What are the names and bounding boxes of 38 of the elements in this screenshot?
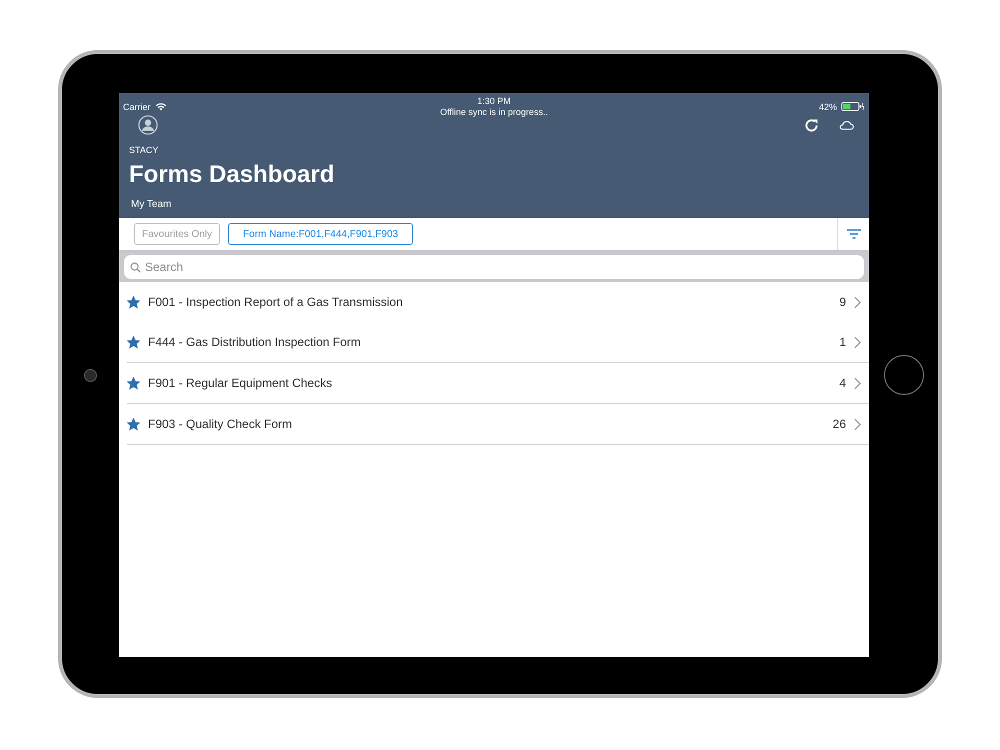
star-icon[interactable] [127, 376, 140, 390]
user-name: STACY [128, 145, 160, 155]
form-row[interactable]: F903 - Quality Check Form 26 [127, 403, 869, 445]
carrier-label: Carrier [123, 102, 151, 112]
wifi-icon [154, 102, 167, 111]
chevron-icon [854, 418, 861, 430]
sync-message: Offline sync is in progress.. [440, 107, 548, 117]
form-count: 4 [839, 376, 846, 390]
star-icon[interactable] [127, 336, 140, 348]
search-icon [130, 262, 141, 273]
form-count: 26 [832, 417, 846, 431]
form-name: F444 - Gas Distribution Inspection Form [148, 335, 362, 349]
filter-chip[interactable]: Form Name:F001,F444,F901,F903 [228, 223, 414, 245]
form-count: 1 [839, 335, 846, 349]
page-title: Forms Dashboard [128, 161, 336, 189]
form-count: 9 [839, 295, 846, 309]
battery-percent: 42% [819, 102, 838, 112]
chevron-icon [854, 336, 861, 348]
chevron-icon [854, 296, 861, 308]
form-name: F903 - Quality Check Form [148, 417, 294, 431]
avatar-icon[interactable] [138, 115, 158, 135]
status-time: 1:30 PM [477, 96, 511, 106]
star-icon[interactable] [127, 418, 140, 430]
form-name: F901 - Regular Equipment Checks [148, 376, 334, 390]
chevron-icon [854, 376, 861, 390]
form-row[interactable]: F444 - Gas Distribution Inspection Form 1 [127, 322, 869, 362]
camera-icon [84, 368, 97, 382]
team-label[interactable]: My Team [119, 199, 869, 210]
cloud-icon[interactable] [838, 119, 855, 131]
search-field[interactable]: Search [124, 255, 864, 279]
star-icon[interactable] [127, 296, 140, 308]
form-name: F001 - Inspection Report of a Gas Transmission [148, 295, 404, 309]
filter-icon[interactable] [846, 229, 860, 239]
form-row[interactable]: F901 - Regular Equipment Checks 4 [127, 362, 869, 403]
form-row[interactable]: F001 - Inspection Report of a Gas Transmission 9 [127, 282, 869, 322]
home-button[interactable] [884, 355, 924, 395]
refresh-icon[interactable] [803, 116, 820, 134]
battery-icon [841, 102, 866, 111]
